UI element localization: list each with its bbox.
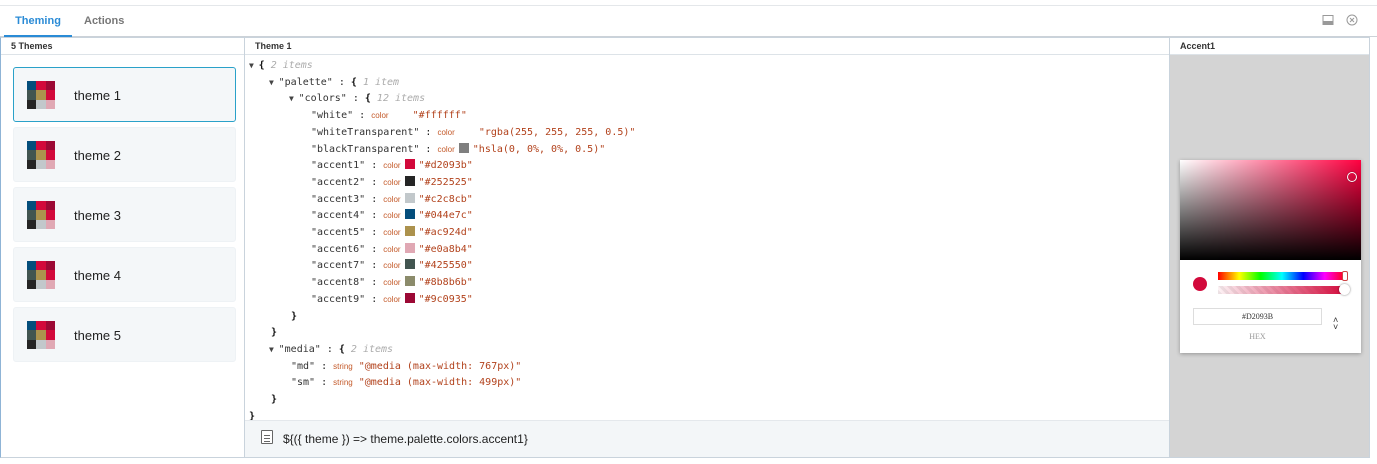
json-color-entry: "white" : color "#ffffff"	[311, 110, 467, 122]
color-swatch[interactable]	[458, 142, 469, 153]
collapse-toggle-icon[interactable]: ▼	[269, 78, 279, 87]
theme-label: theme 2	[74, 148, 121, 163]
json-color-entry: "blackTransparent" : color "hsla(0, 0%, 0…	[311, 142, 606, 155]
alpha-slider[interactable]	[1218, 284, 1350, 295]
saturation-value-area[interactable]	[1180, 160, 1361, 260]
json-color-entry: "accent4" : color "#044e7c"	[311, 209, 473, 222]
theme-swatch-icon	[27, 141, 55, 169]
json-color-entry: "accent6" : color "#e0a8b4"	[311, 242, 473, 255]
json-color-entry: "accent3" : color "#c2c8cb"	[311, 192, 473, 205]
theme-swatch-icon	[27, 261, 55, 289]
theme-list-item[interactable]: theme 2	[13, 127, 236, 182]
expression-footer: ${({ theme }) => theme.palette.colors.ac…	[245, 420, 1169, 457]
json-color-entry: "accent2" : color "#252525"	[311, 175, 473, 188]
color-swatch[interactable]	[404, 175, 415, 186]
json-colors: ▼ "colors" : { 12 items	[289, 93, 426, 105]
color-panel: Accent1 #D2093B ˄ ˅ HEX	[1169, 37, 1370, 458]
color-swatch[interactable]	[404, 276, 415, 287]
color-panel-title: Accent1	[1170, 38, 1369, 55]
theme-list-item[interactable]: theme 1	[13, 67, 236, 122]
color-swatch[interactable]	[404, 159, 415, 170]
json-color-entry: "accent8" : color "#8b8b6b"	[311, 276, 473, 289]
hex-label: HEX	[1249, 332, 1266, 341]
collapse-toggle-icon[interactable]: ▼	[249, 61, 259, 70]
color-swatch[interactable]	[404, 192, 415, 203]
color-swatch[interactable]	[404, 209, 415, 220]
json-close: }	[271, 394, 278, 405]
themes-panel-title: 5 Themes	[1, 38, 244, 55]
theme-swatch-icon	[27, 81, 55, 109]
hue-handle[interactable]	[1342, 271, 1348, 281]
theme-label: theme 5	[74, 328, 121, 343]
color-swatch[interactable]	[404, 242, 415, 253]
json-palette: ▼ "palette" : { 1 item	[269, 76, 400, 88]
json-media: ▼ "media" : { 2 items	[269, 343, 394, 355]
hex-input[interactable]: #D2093B	[1193, 308, 1322, 325]
theme-label: theme 4	[74, 268, 121, 283]
alpha-handle[interactable]	[1339, 284, 1350, 295]
collapse-toggle-icon[interactable]: ▼	[269, 345, 279, 354]
theme-list-item[interactable]: theme 5	[13, 307, 236, 362]
format-toggle-icon[interactable]: ˄ ˅	[1333, 316, 1338, 332]
close-circle-icon[interactable]	[1345, 14, 1359, 28]
json-media-entry: "sm" : string "@media (max-width: 499px)…	[291, 377, 522, 389]
saturation-handle[interactable]	[1347, 172, 1357, 182]
tab-bar: Theming Actions	[0, 6, 1377, 37]
json-color-entry: "whiteTransparent" : color "rgba(255, 25…	[311, 126, 636, 138]
theme-list-item[interactable]: theme 3	[13, 187, 236, 242]
theme-editor-panel: Theme 1 ▼ { 2 items ▼ "palette" : { 1 ite…	[244, 37, 1170, 458]
color-swatch[interactable]	[404, 226, 415, 236]
json-color-entry: "accent9" : color "#9c0935"	[311, 292, 473, 305]
json-media-entry: "md" : string "@media (max-width: 767px)…	[291, 360, 522, 372]
theme-editor-title: Theme 1	[245, 38, 1169, 55]
color-picker: #D2093B ˄ ˅ HEX	[1180, 160, 1361, 353]
panel-dock-icon[interactable]	[1321, 14, 1335, 28]
json-color-entry: "accent7" : color "#425550"	[311, 259, 473, 272]
color-swatch[interactable]	[404, 259, 415, 270]
color-swatch[interactable]	[404, 292, 415, 303]
json-close: }	[271, 327, 278, 339]
document-icon[interactable]	[261, 430, 273, 444]
json-close: }	[291, 310, 298, 322]
theme-swatch-icon	[27, 321, 55, 349]
theme-label: theme 3	[74, 208, 121, 223]
json-root: ▼ { 2 items	[249, 60, 313, 71]
collapse-toggle-icon[interactable]: ▼	[289, 94, 299, 103]
theme-swatch-icon	[27, 201, 55, 229]
current-color-preview	[1193, 277, 1207, 291]
json-color-entry: "accent5" : color "#ac924d"	[311, 226, 473, 238]
hue-slider[interactable]	[1218, 271, 1348, 281]
expression-text: ${({ theme }) => theme.palette.colors.ac…	[283, 432, 528, 446]
tab-theming[interactable]: Theming	[4, 6, 72, 37]
theme-list-item[interactable]: theme 4	[13, 247, 236, 302]
tab-actions[interactable]: Actions	[84, 6, 124, 37]
json-color-entry: "accent1" : color "#d2093b"	[311, 159, 473, 172]
themes-panel: 5 Themes theme 1 theme 2 theme 3 theme 4 the…	[0, 37, 245, 458]
theme-label: theme 1	[74, 88, 121, 103]
